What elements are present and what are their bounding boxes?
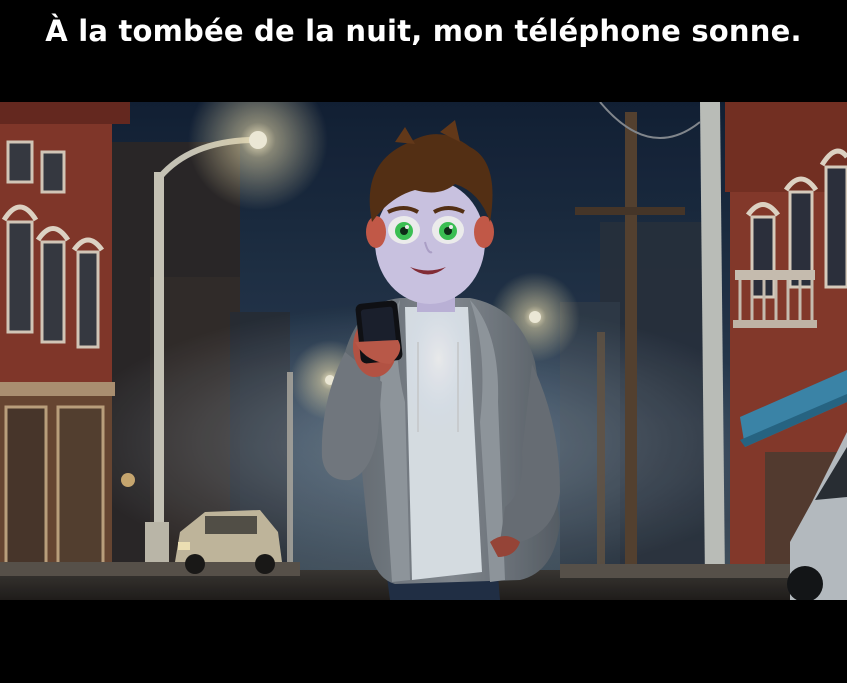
caption-text: À la tombée de la nuit, mon téléphone so… <box>45 14 802 48</box>
night-street-scene <box>0 102 847 600</box>
